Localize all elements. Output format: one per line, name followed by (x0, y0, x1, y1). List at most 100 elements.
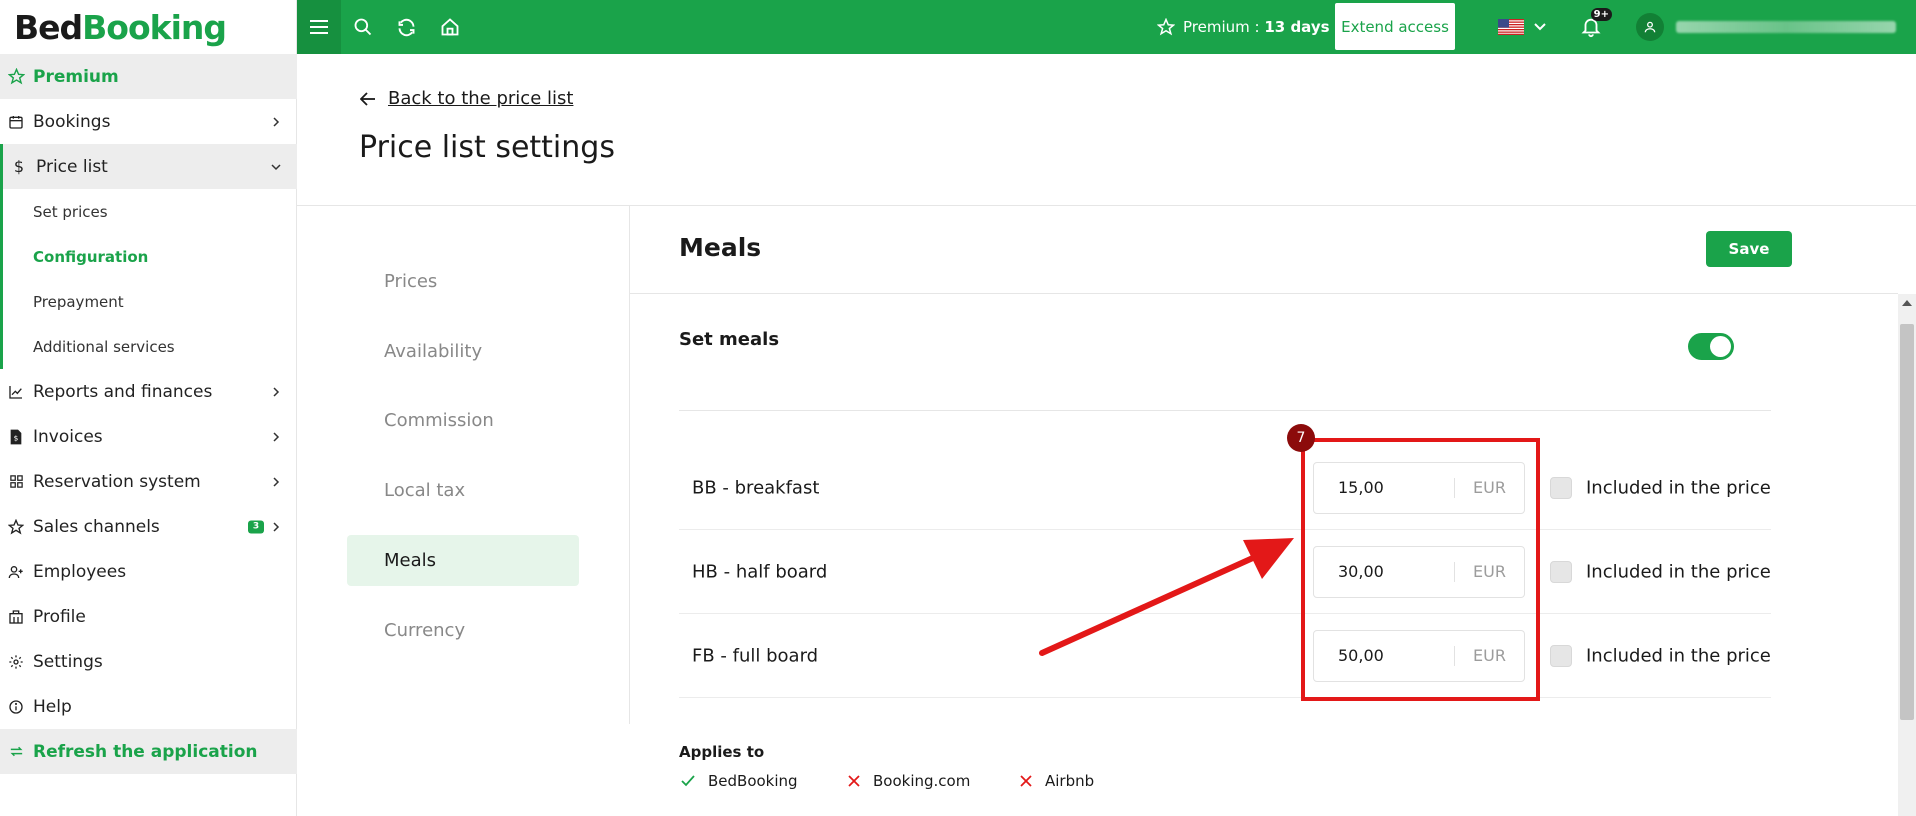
search-icon (354, 18, 372, 36)
user-plus-icon (7, 563, 25, 581)
included-label: Included in the price (1586, 477, 1771, 498)
meal-row-full-board: FB - full board EUR Included in the pric… (679, 614, 1771, 698)
sidebar-item-label: Reservation system (33, 471, 201, 492)
extend-access-button[interactable]: Extend access (1335, 3, 1455, 50)
star-outline-icon (7, 518, 25, 536)
cross-icon (1020, 775, 1032, 787)
sidebar-item-label: Reports and finances (33, 381, 213, 402)
settings-tab-prices[interactable]: Prices (347, 256, 579, 307)
us-flag-icon (1498, 19, 1524, 35)
included-checkbox[interactable] (1550, 560, 1572, 583)
settings-tab-meals[interactable]: Meals (347, 535, 579, 586)
hamburger-icon (310, 20, 328, 34)
sidebar-item-label: Sales channels (33, 516, 160, 537)
divider (679, 410, 1771, 411)
scroll-thumb[interactable] (1900, 324, 1914, 720)
sidebar-item-invoices[interactable]: $ Invoices (0, 414, 297, 459)
sidebar-item-profile[interactable]: Profile (0, 594, 297, 639)
dollar-icon: $ (13, 157, 25, 176)
user-icon (1644, 21, 1656, 33)
notification-count-badge: 9+ (1590, 8, 1612, 21)
sidebar-subitem-set-prices[interactable]: Set prices (0, 189, 297, 234)
avatar (1636, 13, 1664, 41)
refresh-icon (7, 743, 25, 761)
sidebar-item-help[interactable]: Help (0, 684, 297, 729)
sidebar: Bed Booking Premium Bookings $ Price list… (0, 0, 297, 816)
sidebar-subitem-configuration[interactable]: Configuration (0, 234, 297, 279)
set-meals-label: Set meals (679, 329, 780, 350)
invoice-icon: $ (7, 428, 25, 446)
sidebar-item-label: Bookings (33, 111, 111, 132)
gear-icon (7, 653, 25, 671)
content-scrollbar[interactable] (1898, 294, 1916, 816)
user-menu[interactable] (1636, 13, 1896, 41)
sidebar-item-label: Settings (33, 651, 103, 672)
sidebar-item-settings[interactable]: Settings (0, 639, 297, 684)
chevron-down-icon (269, 160, 283, 174)
page-title: Price list settings (359, 130, 615, 165)
included-checkbox[interactable] (1550, 476, 1572, 499)
home-icon (441, 18, 459, 36)
chevron-right-icon (269, 115, 283, 129)
sidebar-item-employees[interactable]: Employees (0, 549, 297, 594)
user-email-blurred (1676, 21, 1896, 33)
sidebar-subitem-label: Additional services (33, 337, 175, 356)
sidebar-item-premium[interactable]: Premium (0, 54, 297, 99)
back-to-price-list-link[interactable]: Back to the price list (360, 88, 573, 109)
annotation-highlight-box (1301, 438, 1540, 701)
sidebar-item-label: Invoices (33, 426, 103, 447)
sidebar-subitem-label: Set prices (33, 202, 108, 221)
grid-icon (7, 473, 25, 491)
sidebar-item-reservation-system[interactable]: Reservation system (0, 459, 297, 504)
building-icon (7, 608, 25, 626)
settings-tab-commission[interactable]: Commission (347, 395, 579, 446)
sidebar-subitem-additional-services[interactable]: Additional services (0, 324, 297, 369)
reload-button[interactable] (384, 0, 428, 54)
section-title: Meals (679, 233, 762, 262)
home-button[interactable] (428, 0, 472, 54)
cross-icon (848, 775, 860, 787)
chevron-right-icon (269, 475, 283, 489)
set-meals-toggle[interactable] (1688, 333, 1734, 360)
premium-status: Premium : 13 days (1157, 0, 1330, 54)
sidebar-subitem-prepayment[interactable]: Prepayment (0, 279, 297, 324)
search-button[interactable] (341, 0, 385, 54)
toggle-knob (1710, 336, 1731, 357)
sidebar-item-refresh[interactable]: Refresh the application (0, 729, 297, 774)
logo[interactable]: Bed Booking (0, 0, 296, 54)
sidebar-item-label: Refresh the application (33, 741, 258, 762)
settings-tab-availability[interactable]: Availability (347, 326, 579, 377)
channel-name: BedBooking (708, 772, 798, 790)
sidebar-subitem-label: Configuration (33, 247, 149, 266)
logo-text-booking: Booking (82, 7, 227, 47)
included-label: Included in the price (1586, 561, 1771, 582)
top-bar: Premium : 13 days Extend access 9+ (297, 0, 1916, 54)
sidebar-item-price-list[interactable]: $ Price list (0, 144, 297, 189)
channel-bedbooking: BedBooking (681, 772, 798, 790)
save-button[interactable]: Save (1706, 231, 1792, 267)
sidebar-item-label: Help (33, 696, 72, 717)
premium-days: 13 days (1264, 18, 1330, 36)
channel-booking-com: Booking.com (848, 772, 970, 790)
meal-name: BB - breakfast (692, 477, 820, 498)
divider (630, 293, 1898, 294)
scroll-up-arrow-icon[interactable] (1902, 300, 1912, 306)
sidebar-subitem-label: Prepayment (33, 292, 124, 311)
reload-icon (398, 18, 414, 36)
notifications-button[interactable]: 9+ (1574, 8, 1612, 44)
settings-tab-local-tax[interactable]: Local tax (347, 465, 579, 516)
sidebar-item-sales-channels[interactable]: Sales channels 3 (0, 504, 297, 549)
logo-text-bed: Bed (14, 7, 83, 47)
sidebar-item-reports[interactable]: Reports and finances (0, 369, 297, 414)
check-icon (681, 775, 695, 787)
meal-name: FB - full board (692, 645, 819, 666)
channel-name: Booking.com (873, 772, 971, 790)
language-selector[interactable] (1498, 14, 1546, 40)
svg-text:$: $ (14, 433, 19, 442)
sidebar-item-bookings[interactable]: Bookings (0, 99, 297, 144)
star-icon (7, 68, 25, 86)
included-label: Included in the price (1586, 645, 1771, 666)
settings-tab-currency[interactable]: Currency (347, 605, 579, 656)
included-checkbox[interactable] (1550, 644, 1572, 667)
menu-button[interactable] (297, 0, 341, 54)
